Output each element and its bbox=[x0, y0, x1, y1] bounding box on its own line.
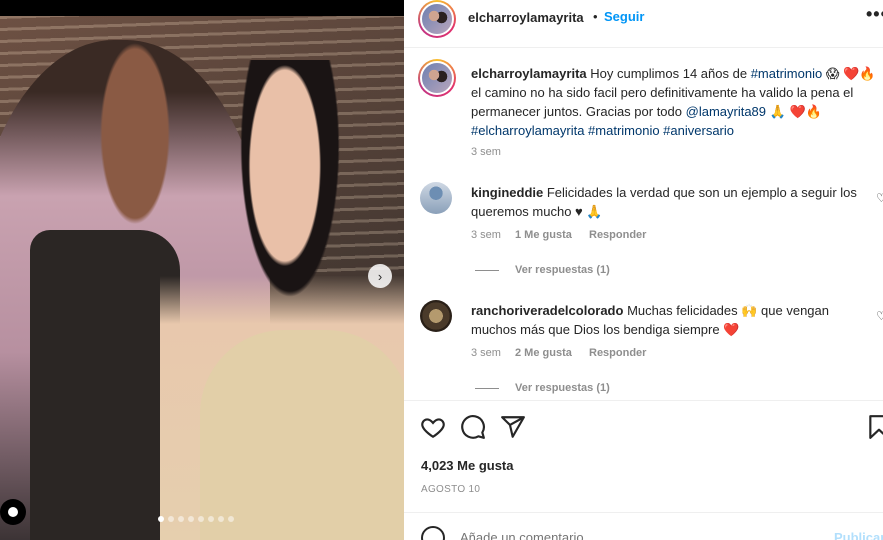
carousel-dot bbox=[198, 516, 204, 522]
publish-button[interactable]: Publicar bbox=[834, 530, 883, 540]
header-separator: • bbox=[593, 9, 598, 24]
avatar[interactable] bbox=[418, 0, 456, 38]
more-options-icon[interactable]: ••• bbox=[866, 4, 883, 25]
chevron-right-icon: › bbox=[377, 268, 383, 284]
post-date: AGOSTO 10 bbox=[421, 484, 481, 495]
comment-likes[interactable]: 2 Me gusta bbox=[515, 347, 572, 359]
carousel-next-button[interactable]: › bbox=[368, 264, 392, 288]
caption: elcharroylamayrita Hoy cumplimos 14 años… bbox=[471, 64, 876, 140]
caption-avatar[interactable] bbox=[418, 59, 456, 97]
caption-emoji: ❤️🔥 bbox=[843, 66, 876, 81]
comment-username[interactable]: kingineddie bbox=[471, 185, 543, 200]
bookmark-icon[interactable] bbox=[866, 414, 883, 440]
caption-text-1: Hoy cumplimos 14 años de bbox=[590, 66, 748, 81]
comment-icon[interactable] bbox=[460, 414, 486, 440]
carousel-dot bbox=[158, 516, 164, 522]
tagged-users-button[interactable] bbox=[0, 499, 26, 525]
view-replies-button[interactable]: Ver respuestas (1) bbox=[515, 264, 610, 276]
caption-emoji: 🙏 bbox=[769, 104, 786, 119]
caption-username[interactable]: elcharroylamayrita bbox=[471, 66, 587, 81]
replies-divider bbox=[475, 270, 499, 271]
post-photo[interactable]: › bbox=[0, 0, 404, 540]
follow-button[interactable]: Seguir bbox=[604, 9, 644, 24]
carousel-dot bbox=[228, 516, 234, 522]
post-header: elcharroylamayrita • Seguir ••• bbox=[404, 0, 883, 48]
heart-icon[interactable] bbox=[420, 414, 446, 440]
comment-likes[interactable]: 1 Me gusta bbox=[515, 229, 572, 241]
carousel-dot bbox=[208, 516, 214, 522]
carousel-dots bbox=[158, 516, 234, 522]
photo-top-bar bbox=[0, 0, 404, 16]
caption-emoji: 😱 bbox=[825, 66, 840, 81]
replies-divider bbox=[475, 388, 499, 389]
carousel-dot bbox=[168, 516, 174, 522]
hashtags-link[interactable]: #elcharroylamayrita #matrimonio #anivers… bbox=[471, 123, 734, 138]
photo-dress bbox=[200, 330, 404, 540]
carousel-dot bbox=[188, 516, 194, 522]
comment-input[interactable] bbox=[460, 530, 820, 540]
comment-username[interactable]: ranchoriveradelcolorado bbox=[471, 303, 623, 318]
comment-time[interactable]: 3 sem bbox=[471, 229, 501, 241]
comment: kingineddie Felicidades la verdad que so… bbox=[471, 183, 876, 221]
user-icon bbox=[8, 507, 18, 517]
carousel-dot bbox=[178, 516, 184, 522]
comment-time[interactable]: 3 sem bbox=[471, 347, 501, 359]
carousel-dot bbox=[218, 516, 224, 522]
reply-button[interactable]: Responder bbox=[589, 347, 646, 359]
heart-icon[interactable]: ♡ bbox=[876, 309, 883, 323]
mention-link[interactable]: @lamayrita89 bbox=[686, 104, 766, 119]
divider bbox=[404, 400, 883, 401]
avatar[interactable] bbox=[420, 300, 452, 332]
avatar[interactable] bbox=[420, 182, 452, 214]
photo-vest bbox=[30, 230, 180, 540]
reply-button[interactable]: Responder bbox=[589, 229, 646, 241]
caption-time[interactable]: 3 sem bbox=[471, 146, 501, 158]
header-username[interactable]: elcharroylamayrita bbox=[468, 10, 584, 25]
divider bbox=[404, 512, 883, 513]
comment: ranchoriveradelcolorado Muchas felicidad… bbox=[471, 301, 876, 339]
emoji-icon[interactable] bbox=[421, 526, 445, 540]
share-icon[interactable] bbox=[500, 414, 526, 440]
hashtag-link[interactable]: #matrimonio bbox=[751, 66, 823, 81]
post-side-panel: elcharroylamayrita • Seguir ••• elcharro… bbox=[404, 0, 883, 540]
view-replies-button[interactable]: Ver respuestas (1) bbox=[515, 382, 610, 394]
heart-icon[interactable]: ♡ bbox=[876, 191, 883, 205]
caption-emoji: ❤️🔥 bbox=[789, 104, 822, 119]
likes-count[interactable]: 4,023 Me gusta bbox=[421, 458, 514, 473]
